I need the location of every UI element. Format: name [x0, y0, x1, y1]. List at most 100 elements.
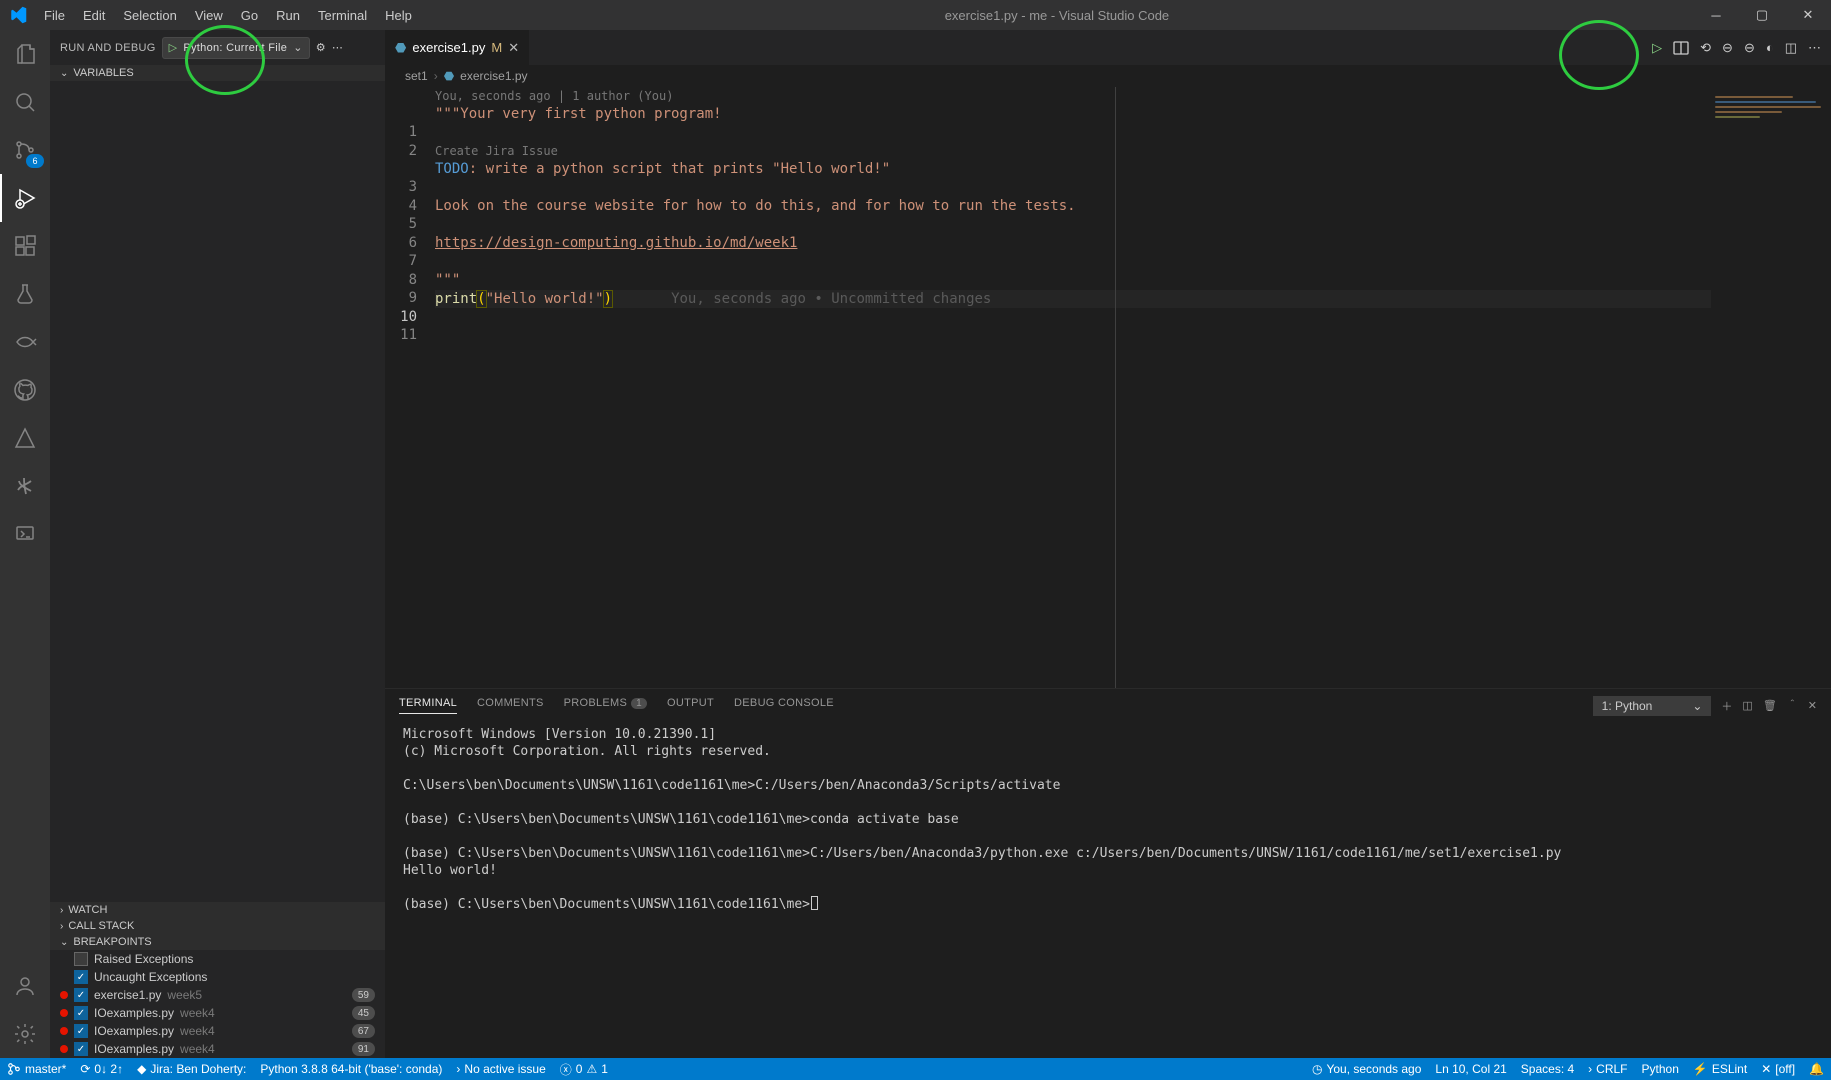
menu-help[interactable]: Help [376, 4, 421, 27]
callstack-section[interactable]: ›CALL STACK [50, 918, 385, 934]
status-jira[interactable]: ◆ Jira: Ben Doherty: [130, 1062, 253, 1076]
atlas-icon[interactable] [0, 414, 50, 462]
remote-icon[interactable] [0, 510, 50, 558]
checkbox-checked-icon[interactable]: ✓ [74, 1024, 88, 1038]
panel-tab-comments[interactable]: COMMENTS [477, 697, 544, 714]
maximize-icon[interactable]: ▢ [1739, 0, 1785, 30]
minimap[interactable] [1711, 87, 1831, 688]
python-file-icon: ⬣ [444, 69, 454, 83]
breakpoint-row[interactable]: ✓IOexamples.pyweek445 [50, 1004, 385, 1022]
run-file-icon[interactable]: ▷ [1652, 40, 1662, 56]
git-prev-icon[interactable]: ⊖ [1744, 40, 1755, 56]
diff-icon[interactable]: ◐ [1766, 40, 1774, 55]
menu-go[interactable]: Go [232, 4, 267, 27]
account-icon[interactable] [0, 962, 50, 1010]
git-next-icon[interactable]: ⊖ [1722, 40, 1733, 56]
panel-tab-debugconsole[interactable]: DEBUG CONSOLE [734, 697, 834, 714]
status-spaces[interactable]: Spaces: 4 [1514, 1062, 1581, 1076]
extensions-icon[interactable] [0, 222, 50, 270]
status-cursor[interactable]: Ln 10, Col 21 [1428, 1062, 1513, 1076]
close-panel-icon[interactable]: ✕ [1808, 699, 1817, 712]
minimize-icon[interactable]: ─ [1693, 0, 1739, 30]
status-lang[interactable]: Python [1635, 1062, 1686, 1076]
menu-run[interactable]: Run [267, 4, 309, 27]
sourcegraph-icon[interactable] [0, 462, 50, 510]
explorer-icon[interactable] [0, 30, 50, 78]
breadcrumb[interactable]: set1› ⬣ exercise1.py [385, 65, 1831, 87]
status-blame[interactable]: ◷ You, seconds ago [1305, 1062, 1428, 1076]
kill-terminal-icon[interactable]: 🗑 [1763, 699, 1777, 712]
gear-icon[interactable]: ⚙ [316, 41, 326, 54]
breakpoint-row[interactable]: ✓exercise1.pyweek559 [50, 986, 385, 1004]
titlebar: File Edit Selection View Go Run Terminal… [0, 0, 1831, 30]
maximize-panel-icon[interactable]: ＾ [1787, 698, 1798, 714]
tab-filename: exercise1.py [412, 40, 485, 55]
debug-sidebar: RUN AND DEBUG ▷ Python: Current File ⌄ ⚙… [50, 30, 385, 1058]
jira-codelens[interactable]: Create Jira Issue [435, 142, 1711, 160]
close-tab-icon[interactable]: ✕ [508, 40, 519, 56]
bp-option-raised[interactable]: Raised Exceptions [50, 950, 385, 968]
checkbox-checked-icon[interactable]: ✓ [74, 970, 88, 984]
status-eol[interactable]: › CRLF [1581, 1062, 1634, 1076]
status-python[interactable]: Python 3.8.8 64-bit ('base': conda) [253, 1062, 449, 1076]
close-icon[interactable]: ✕ [1785, 0, 1831, 30]
bp-option-uncaught[interactable]: ✓Uncaught Exceptions [50, 968, 385, 986]
checkbox-icon[interactable] [74, 952, 88, 966]
activity-bar [0, 30, 50, 1058]
menu-file[interactable]: File [35, 4, 74, 27]
tab-modified-indicator: M [491, 40, 502, 55]
checkbox-checked-icon[interactable]: ✓ [74, 1042, 88, 1056]
breakpoint-dot-icon [60, 991, 68, 999]
breakpoint-dot-icon [60, 1027, 68, 1035]
status-prettier[interactable]: ✕ [off] [1754, 1062, 1802, 1076]
new-terminal-icon[interactable]: ＋ [1721, 698, 1732, 714]
line-gutter: 12 34567891011 [385, 87, 435, 688]
breakpoint-row[interactable]: ✓IOexamples.pyweek491 [50, 1040, 385, 1058]
variables-section[interactable]: ⌄VARIABLES [50, 65, 385, 81]
panel-tab-problems[interactable]: PROBLEMS1 [564, 697, 647, 714]
window-title: exercise1.py - me - Visual Studio Code [421, 8, 1693, 23]
bottom-panel: TERMINAL COMMENTS PROBLEMS1 OUTPUT DEBUG… [385, 688, 1831, 1058]
status-issue[interactable]: › No active issue [449, 1062, 552, 1076]
status-eslint[interactable]: ⚡ ESLint [1686, 1062, 1754, 1076]
split-editor-icon[interactable]: ◫ [1785, 40, 1797, 56]
split-terminal-icon[interactable]: ◫ [1742, 699, 1752, 712]
breakpoint-dot-icon [60, 1045, 68, 1053]
search-icon[interactable] [0, 78, 50, 126]
github-icon[interactable] [0, 366, 50, 414]
debug-config-name: Python: Current File [183, 42, 287, 54]
menu-selection[interactable]: Selection [114, 4, 185, 27]
gitlens-blame: You, seconds ago | 1 author (You) [435, 87, 1711, 105]
git-compare-icon[interactable]: ⟲ [1700, 40, 1711, 56]
status-bell-icon[interactable]: 🔔 [1802, 1062, 1831, 1076]
run-debug-icon[interactable] [0, 174, 50, 222]
code-content[interactable]: You, seconds ago | 1 author (You) """You… [435, 87, 1711, 688]
checkbox-checked-icon[interactable]: ✓ [74, 988, 88, 1002]
testing-icon[interactable] [0, 270, 50, 318]
watch-section[interactable]: ›WATCH [50, 902, 385, 918]
run-debug-split-icon[interactable] [1673, 40, 1689, 56]
breakpoints-section[interactable]: ⌄BREAKPOINTS [50, 934, 385, 950]
settings-gear-icon[interactable] [0, 1010, 50, 1058]
tab-exercise1[interactable]: ⬣ exercise1.py M ✕ [385, 30, 530, 65]
menu-view[interactable]: View [186, 4, 232, 27]
debug-config-dropdown[interactable]: ▷ Python: Current File ⌄ [162, 37, 310, 59]
source-control-icon[interactable] [0, 126, 50, 174]
more-actions-icon[interactable]: ⋯ [1808, 40, 1821, 56]
python-file-icon: ⬣ [395, 40, 406, 56]
gitlens-icon[interactable] [0, 318, 50, 366]
editor-body[interactable]: 12 34567891011 You, seconds ago | 1 auth… [385, 87, 1831, 688]
terminal-output[interactable]: Microsoft Windows [Version 10.0.21390.1]… [385, 722, 1831, 1058]
status-branch[interactable]: master* [0, 1062, 73, 1076]
status-problems[interactable]: ⓧ 0 ⚠ 1 [553, 1061, 615, 1078]
menu-terminal[interactable]: Terminal [309, 4, 376, 27]
status-sync[interactable]: ⟳ 0↓ 2↑ [73, 1062, 130, 1076]
menu-edit[interactable]: Edit [74, 4, 114, 27]
tab-bar: ⬣ exercise1.py M ✕ ▷ ⟲ ⊖ ⊖ ◐ ◫ ⋯ [385, 30, 1831, 65]
panel-tab-output[interactable]: OUTPUT [667, 697, 714, 714]
panel-tab-terminal[interactable]: TERMINAL [399, 697, 457, 714]
more-icon[interactable]: ⋯ [332, 41, 343, 54]
terminal-selector[interactable]: 1: Python⌄ [1593, 696, 1712, 716]
breakpoint-row[interactable]: ✓IOexamples.pyweek467 [50, 1022, 385, 1040]
checkbox-checked-icon[interactable]: ✓ [74, 1006, 88, 1020]
